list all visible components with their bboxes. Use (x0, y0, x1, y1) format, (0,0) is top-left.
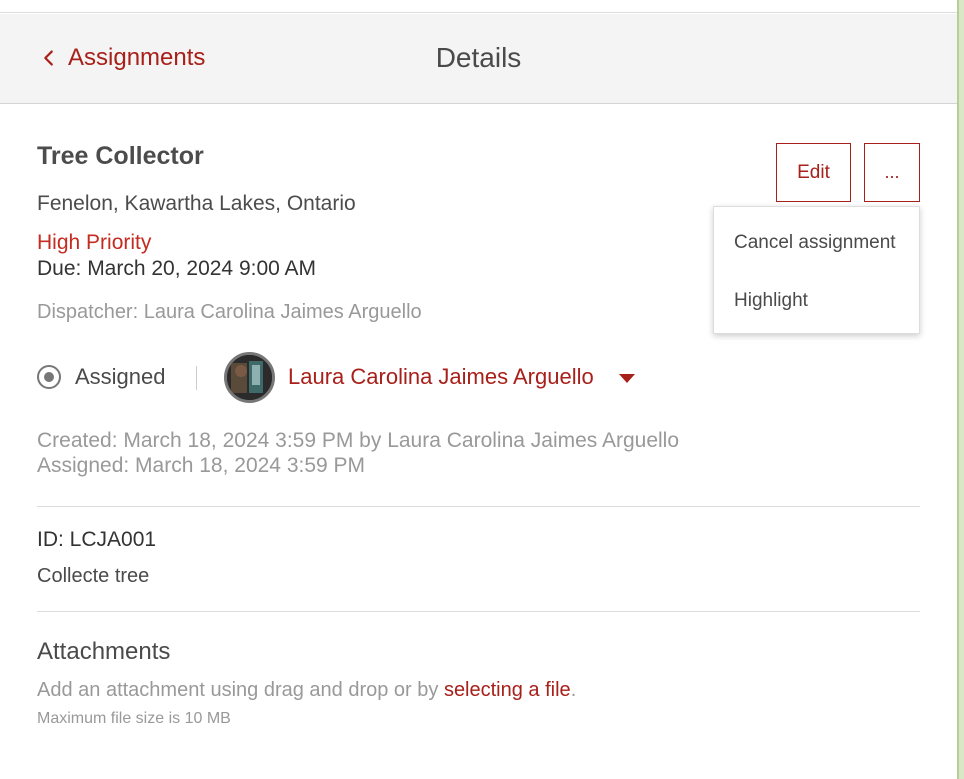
status-label: Assigned (75, 364, 166, 389)
more-options-menu: Cancel assignment Highlight (713, 206, 920, 334)
avatar-photo (227, 355, 272, 400)
due-date: Due: March 20, 2024 9:00 AM (37, 257, 316, 280)
priority-label: High Priority (37, 231, 152, 254)
details-header: Assignments Details (0, 14, 957, 104)
edit-button[interactable]: Edit (776, 143, 851, 202)
top-strip (0, 0, 957, 13)
map-edge (957, 0, 964, 779)
attachments-hint: Add an attachment using drag and drop or… (37, 679, 576, 702)
status-divider (196, 366, 197, 390)
assignment-location: Fenelon, Kawartha Lakes, Ontario (37, 192, 356, 215)
status-row: Assigned Laura Carolina Jaimes Arguello (37, 352, 737, 404)
assignment-title: Tree Collector (37, 142, 204, 170)
more-options-button[interactable]: ... (864, 143, 920, 202)
created-info: Created: March 18, 2024 3:59 PM by Laura… (37, 429, 680, 452)
attachments-hint-suffix: . (570, 679, 577, 701)
assignment-description: Collecte tree (37, 565, 150, 587)
section-divider (37, 611, 920, 612)
avatar (224, 352, 275, 403)
dispatcher-label: Dispatcher: Laura Carolina Jaimes Arguel… (37, 301, 422, 323)
assignee-name[interactable]: Laura Carolina Jaimes Arguello (288, 364, 594, 390)
section-divider (37, 506, 920, 507)
menu-item-cancel-assignment[interactable]: Cancel assignment (734, 232, 896, 254)
menu-item-highlight[interactable]: Highlight (734, 290, 808, 312)
assignee-dropdown-icon[interactable] (619, 374, 635, 383)
assignment-id: ID: LCJA001 (37, 528, 157, 551)
select-file-link[interactable]: selecting a file (444, 679, 571, 701)
attachments-title: Attachments (37, 638, 171, 665)
page-title: Details (435, 42, 522, 73)
max-file-size: Maximum file size is 10 MB (37, 710, 231, 727)
attachments-hint-text: Add an attachment using drag and drop or… (37, 679, 444, 701)
status-radio-icon (37, 365, 61, 389)
assigned-info: Assigned: March 18, 2024 3:59 PM (37, 454, 366, 477)
